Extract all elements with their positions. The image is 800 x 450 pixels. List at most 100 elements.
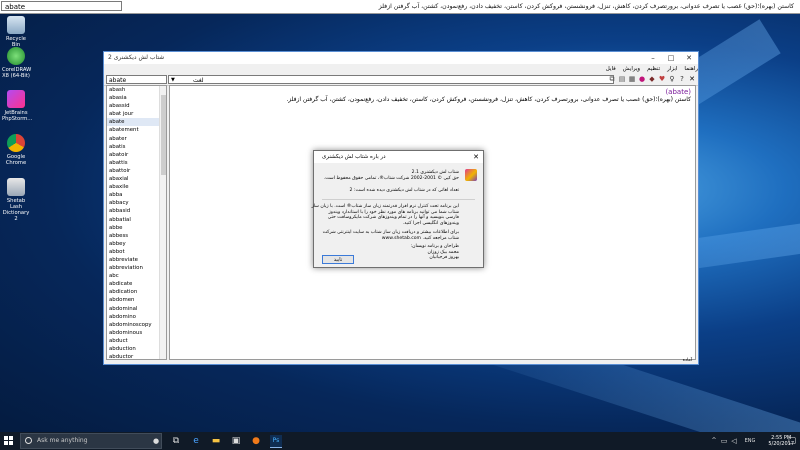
bookmark-icon[interactable]: ◆ — [648, 75, 656, 83]
menu-settings[interactable]: تنظیم — [647, 64, 660, 74]
list-item[interactable]: abbacy — [107, 199, 166, 207]
word-list[interactable]: abash abasia abassid abat jour abate abatemen… — [106, 85, 167, 360]
window-titlebar[interactable]: شتاب لش دیکشنری 2 – □ ✕ — [104, 52, 698, 64]
file-explorer-icon[interactable]: ▬ — [210, 435, 222, 447]
task-view-icon[interactable]: ⧉ — [170, 435, 182, 447]
list-item[interactable]: abduct — [107, 337, 166, 345]
taskbar: Ask me anything ● ⧉ e ▬ ▣ ● Ps ^ ▭ ◁ ENG… — [0, 432, 800, 450]
definition-text: کاستن (بهره)؛(حق) غصب یا تصرف عدوانی، بر… — [286, 96, 691, 103]
dictionary-logo-icon — [465, 169, 477, 181]
list-item[interactable]: abdicate — [107, 280, 166, 288]
start-button[interactable] — [4, 436, 14, 446]
maximize-button[interactable]: □ — [662, 52, 680, 64]
list-item[interactable]: abaxial — [107, 175, 166, 183]
list-item[interactable]: abbreviate — [107, 256, 166, 264]
desktop-icon-label: JetBrains PhpStorm... — [2, 110, 33, 122]
menu-help[interactable]: راهنما — [684, 64, 698, 74]
quick-lookup-definition: کاستن (بهره)؛(حق) غصب یا تصرف عدوانی، بر… — [378, 3, 794, 10]
volume-icon[interactable]: ◁ — [728, 435, 740, 447]
list-item[interactable]: abdomino — [107, 313, 166, 321]
list-item[interactable]: abbreviation — [107, 264, 166, 272]
dialog-close-icon[interactable]: ✕ — [473, 151, 479, 163]
list-item[interactable]: abash — [107, 86, 166, 94]
edge-icon[interactable]: e — [190, 435, 202, 447]
photoshop-icon[interactable]: Ps — [270, 435, 282, 448]
about-info-line: شتاب مراجعه کنید. www.shetab.com — [381, 235, 459, 241]
desktop-icon-coreldraw[interactable]: CorelDRAW X8 (64-Bit) — [2, 47, 32, 79]
list-item[interactable]: abatement — [107, 126, 166, 134]
copy-icon[interactable]: ⧉ — [608, 75, 616, 83]
chevron-down-icon[interactable]: ▼ — [171, 76, 175, 85]
about-desc-line: ویندوزهای انگلیسی اجرا کنید. — [402, 220, 459, 226]
list-item[interactable]: abassid — [107, 102, 166, 110]
store-icon[interactable]: ▣ — [230, 435, 242, 447]
notification-icon[interactable]: ▢ — [786, 435, 798, 447]
list-item[interactable]: abaxile — [107, 183, 166, 191]
list-item[interactable]: abduction — [107, 345, 166, 353]
quick-lookup-bar: abate کاستن (بهره)؛(حق) غصب یا تصرف عدوا… — [0, 0, 800, 14]
chrome-icon — [7, 134, 25, 152]
list-item[interactable]: abdominous — [107, 329, 166, 337]
favorite-icon[interactable]: ● — [638, 75, 646, 83]
mode-combo-value: لغت — [193, 77, 204, 84]
ok-button[interactable]: تایید — [322, 255, 354, 264]
list-item[interactable]: abbe — [107, 224, 166, 232]
desktop-icon-chrome[interactable]: Google Chrome — [2, 134, 30, 166]
about-word-count: تعداد لغاتی که در شتاب لش دیکشنری دیده ش… — [349, 188, 460, 193]
print-icon[interactable]: ▦ — [628, 75, 636, 83]
list-item[interactable]: abat jour — [107, 110, 166, 118]
list-item[interactable]: abdominoscopy — [107, 321, 166, 329]
taskbar-search-placeholder: Ask me anything — [37, 437, 88, 444]
menu-tools[interactable]: ابزار — [667, 64, 677, 74]
dictionary-icon — [7, 178, 25, 196]
mode-combo[interactable]: ▼ لغت — [168, 75, 614, 84]
quick-lookup-input[interactable]: abate — [1, 1, 122, 11]
list-item[interactable]: abdication — [107, 288, 166, 296]
dialog-title: در باره شتاب لش دیکشنری — [322, 154, 386, 160]
list-item[interactable]: abbey — [107, 240, 166, 248]
list-item[interactable]: abdomen — [107, 296, 166, 304]
minimize-button[interactable]: – — [644, 52, 662, 64]
list-item[interactable]: abate — [107, 118, 166, 127]
help-icon[interactable]: ? — [678, 75, 686, 83]
desktop-icon-phpstorm[interactable]: JetBrains PhpStorm... — [2, 90, 33, 122]
menu-edit[interactable]: ویرایش — [623, 64, 640, 74]
desktop-icon-label: CorelDRAW X8 (64-Bit) — [2, 67, 32, 79]
about-copyright: حق کپی © 2001-2002 شرکت شتاب®، تمامی حقو… — [323, 176, 459, 181]
desktop-icon-label: Shetab Lash Dictionary 2 — [2, 198, 30, 222]
list-item[interactable]: abbot — [107, 248, 166, 256]
key-icon[interactable]: ♀ — [668, 75, 676, 83]
list-item[interactable]: abatoir — [107, 151, 166, 159]
close-button[interactable]: ✕ — [680, 52, 698, 64]
recycle-bin-icon — [7, 16, 25, 34]
firefox-icon[interactable]: ● — [250, 435, 262, 447]
list-item[interactable]: abbess — [107, 232, 166, 240]
input-language[interactable]: ENG — [742, 435, 758, 447]
list-item[interactable]: abc — [107, 272, 166, 280]
word-search-input[interactable]: abate — [106, 75, 167, 84]
close-panel-icon[interactable]: ✕ — [688, 75, 696, 83]
paste-icon[interactable]: ▤ — [618, 75, 626, 83]
about-version: شتاب لش دیکشنری 2.1 — [411, 170, 459, 175]
menu-bar: فایل ویرایش تنظیم ابزار راهنما — [104, 64, 698, 74]
desktop-icon-label: Google Chrome — [5, 154, 27, 166]
list-item[interactable]: abdominal — [107, 305, 166, 313]
dialog-titlebar[interactable]: در باره شتاب لش دیکشنری ✕ — [314, 151, 483, 163]
list-item[interactable]: abattoir — [107, 167, 166, 175]
desktop-icon-dictionary[interactable]: Shetab Lash Dictionary 2 — [2, 178, 30, 222]
pin-icon[interactable]: ♥ — [658, 75, 666, 83]
menu-file[interactable]: فایل — [606, 64, 616, 74]
list-item[interactable]: abba — [107, 191, 166, 199]
search-icon — [25, 437, 32, 444]
list-item[interactable]: abasia — [107, 94, 166, 102]
list-item[interactable]: abattis — [107, 159, 166, 167]
word-list-scrollbar[interactable] — [159, 86, 166, 359]
list-item[interactable]: abbatial — [107, 216, 166, 224]
microphone-icon[interactable]: ● — [150, 435, 162, 447]
list-item[interactable]: abbasid — [107, 207, 166, 215]
taskbar-search[interactable]: Ask me anything — [20, 433, 162, 449]
list-item[interactable]: abatis — [107, 143, 166, 151]
scrollbar-thumb[interactable] — [161, 95, 166, 175]
desktop-icon-recycle-bin[interactable]: Recycle Bin — [2, 16, 30, 48]
list-item[interactable]: abater — [107, 135, 166, 143]
